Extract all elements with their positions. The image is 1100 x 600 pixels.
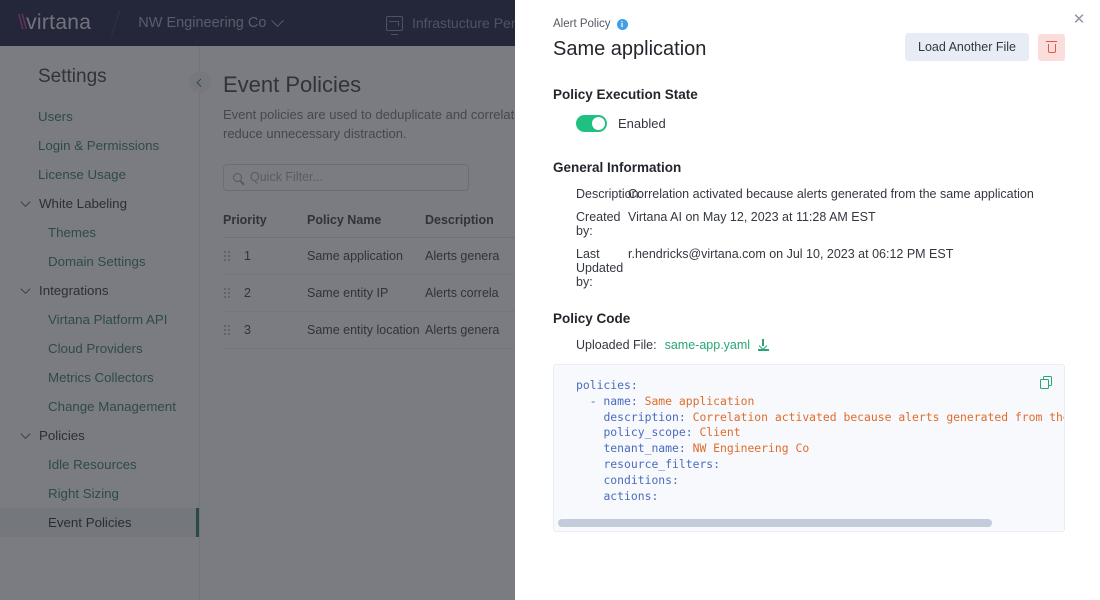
- general-info-value: r.hendricks@virtana.com on Jul 10, 2023 …: [628, 247, 954, 261]
- code-value: Correlation activated because alerts gen…: [692, 409, 1064, 424]
- code-line: conditions:: [576, 473, 1064, 489]
- general-info-row: Last Updated by: r.hendricks@virtana.com …: [515, 247, 1062, 289]
- code-key: resource_filters:: [603, 456, 721, 471]
- general-information-section: General Information Description: Correlat…: [515, 160, 1100, 289]
- toggle-knob: [592, 117, 605, 130]
- load-another-file-button[interactable]: Load Another File: [905, 33, 1029, 61]
- code-key: actions:: [603, 488, 659, 503]
- code-value: Client: [692, 425, 741, 440]
- policy-code-heading: Policy Code: [553, 311, 631, 326]
- code-line: policies:: [576, 378, 1064, 394]
- general-info-key: Last Updated by:: [576, 247, 624, 289]
- code-line: tenant_name: NW Engineering Co: [576, 441, 1064, 457]
- general-information-heading: General Information: [553, 160, 682, 175]
- uploaded-file-name[interactable]: same-app.yaml: [665, 338, 750, 352]
- download-icon-bar: [758, 349, 770, 351]
- code-value: Same application: [637, 393, 755, 408]
- code-line: policy_scope: Client: [576, 425, 1064, 441]
- general-info-value: Correlation activated because alerts gen…: [628, 187, 1034, 201]
- code-horizontal-scrollbar[interactable]: [554, 515, 1064, 531]
- copy-icon[interactable]: [1040, 376, 1052, 389]
- info-icon[interactable]: i: [616, 18, 628, 30]
- code-key: tenant_name:: [603, 441, 686, 456]
- general-info-key: Created by:: [576, 210, 621, 238]
- uploaded-file-label: Uploaded File:: [576, 338, 657, 352]
- general-info-value: Virtana AI on May 12, 2023 at 11:28 AM E…: [628, 210, 876, 224]
- policy-execution-state-heading: Policy Execution State: [553, 87, 698, 102]
- panel-header: Alert Policy i Same application Load Ano…: [515, 0, 1100, 61]
- alert-policy-detail-panel: ✕ Alert Policy i Same application Load A…: [515, 0, 1100, 600]
- policy-execution-state-section: Policy Execution State Enabled: [515, 87, 1100, 132]
- code-key: policies:: [576, 378, 638, 392]
- policy-code-block: policies: - name: Same application descr…: [553, 364, 1065, 532]
- delete-policy-button[interactable]: [1038, 33, 1065, 61]
- code-key: conditions:: [603, 472, 679, 487]
- code-line: actions:: [576, 489, 1064, 505]
- panel-eyebrow-label: Alert Policy: [553, 18, 611, 30]
- policy-execution-toggle-row: Enabled: [515, 102, 1100, 132]
- code-key: policy_scope:: [603, 425, 693, 440]
- general-info-row: Created by: Virtana AI on May 12, 2023 at…: [515, 210, 1062, 238]
- download-icon[interactable]: [758, 339, 770, 351]
- code-key: - name:: [589, 393, 638, 408]
- trash-icon: [1046, 41, 1057, 53]
- copy-icon-front: [1040, 379, 1049, 389]
- app-root: \\virtana NW Engineering Co Infrastuctur…: [0, 0, 1100, 600]
- code-value: NW Engineering Co: [685, 441, 810, 456]
- code-line: description: Correlation activated becau…: [576, 410, 1064, 426]
- general-information-list: Description: Correlation activated becaus…: [515, 187, 1100, 289]
- panel-header-actions: Load Another File: [905, 33, 1065, 61]
- code-line: resource_filters:: [576, 457, 1064, 473]
- code-key: description:: [603, 409, 686, 424]
- policy-code-text: policies: - name: Same application descr…: [554, 365, 1064, 505]
- code-line: - name: Same application: [576, 394, 1064, 410]
- general-info-key: Description:: [576, 187, 642, 201]
- policy-enabled-toggle[interactable]: [576, 115, 607, 132]
- code-scrollbar-thumb[interactable]: [558, 519, 992, 527]
- general-info-row: Description: Correlation activated becaus…: [515, 187, 1062, 201]
- uploaded-file-row: Uploaded File: same-app.yaml: [515, 326, 1100, 352]
- policy-enabled-label: Enabled: [618, 116, 666, 131]
- policy-code-section: Policy Code Uploaded File: same-app.yaml…: [515, 311, 1100, 532]
- panel-eyebrow: Alert Policy i: [553, 18, 1064, 30]
